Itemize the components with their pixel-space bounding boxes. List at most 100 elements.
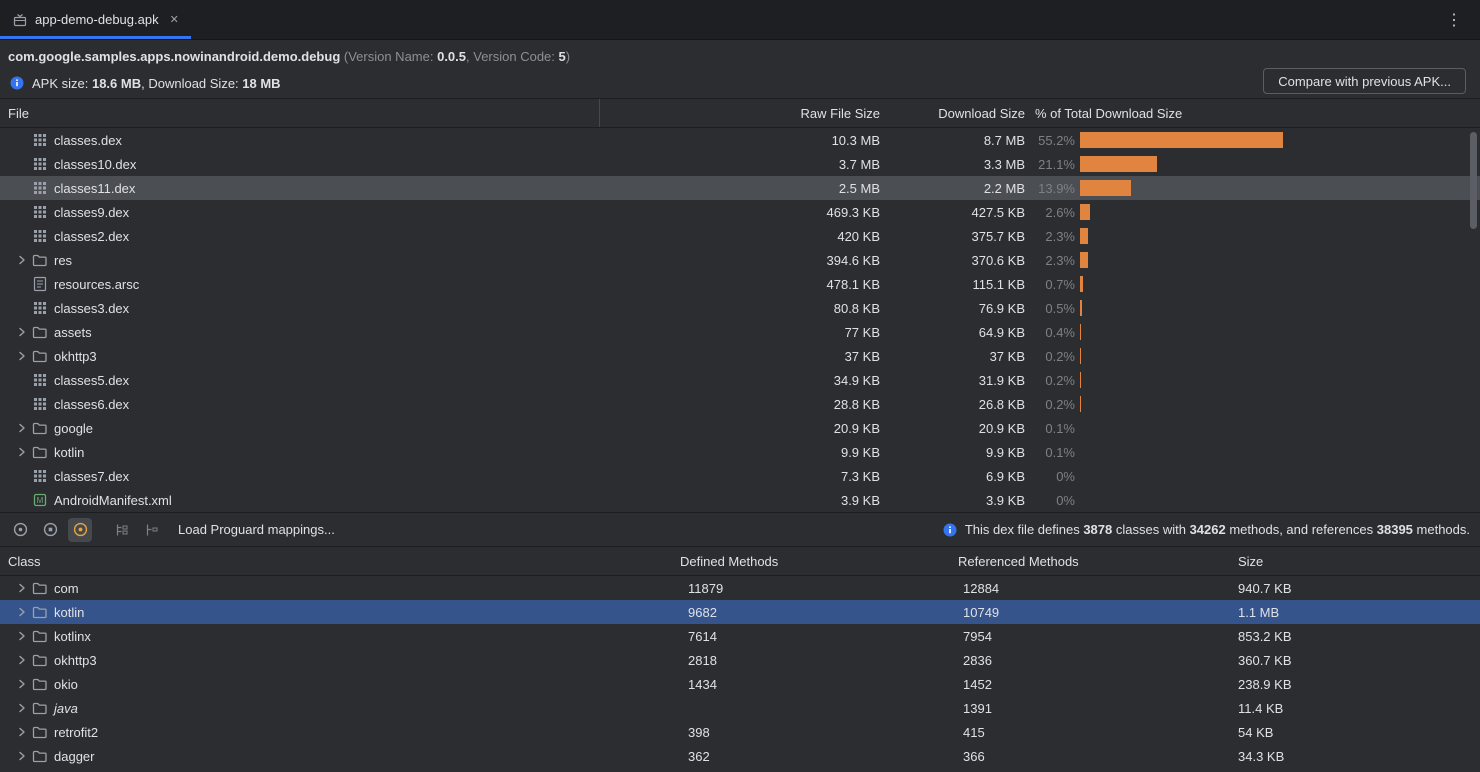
- apk-file-icon: [12, 12, 28, 28]
- folder-icon: [32, 348, 48, 364]
- file-table-row[interactable]: classes.dex 10.3 MB 8.7 MB 55.2%: [0, 128, 1480, 152]
- tab-title: app-demo-debug.apk: [35, 12, 159, 27]
- defined-methods: 9682: [680, 605, 958, 620]
- chevron-right-icon[interactable]: [12, 724, 32, 740]
- file-name: kotlin: [54, 445, 84, 460]
- chevron-right-icon[interactable]: [12, 252, 32, 268]
- chevron-right-icon[interactable]: [12, 348, 32, 364]
- percent-bar: [1080, 156, 1157, 172]
- show-methods-icon[interactable]: [38, 518, 62, 542]
- percent-bar: [1080, 348, 1081, 364]
- more-options-icon[interactable]: ⋮: [1438, 0, 1470, 39]
- class-table-row[interactable]: dagger 362 366 34.3 KB: [0, 744, 1480, 768]
- classes-count: 3878: [1083, 522, 1112, 537]
- close-icon[interactable]: ✕: [170, 13, 179, 26]
- download-percent: 2.6%: [1025, 205, 1075, 220]
- folder-icon: [32, 444, 48, 460]
- download-size: 9.9 KB: [880, 445, 1025, 460]
- chevron-right-icon[interactable]: [12, 324, 32, 340]
- expand-all-icon[interactable]: [110, 518, 134, 542]
- raw-file-size: 10.3 MB: [600, 133, 880, 148]
- file-table-row[interactable]: assets 77 KB 64.9 KB 0.4%: [0, 320, 1480, 344]
- folder-icon: [32, 252, 48, 268]
- download-percent: 2.3%: [1025, 229, 1075, 244]
- dex-file-icon: [32, 156, 48, 172]
- chevron-right-icon[interactable]: [12, 580, 32, 596]
- class-table-row[interactable]: kotlin 9682 10749 1.1 MB: [0, 600, 1480, 624]
- column-defined-methods[interactable]: Defined Methods: [680, 554, 958, 569]
- chevron-right-icon[interactable]: [12, 420, 32, 436]
- chevron-right-icon[interactable]: [12, 444, 32, 460]
- info-icon: [9, 75, 25, 91]
- file-table-row[interactable]: classes10.dex 3.7 MB 3.3 MB 21.1%: [0, 152, 1480, 176]
- file-table-row[interactable]: classes2.dex 420 KB 375.7 KB 2.3%: [0, 224, 1480, 248]
- download-size: 115.1 KB: [880, 277, 1025, 292]
- manifest-file-icon: M: [32, 492, 48, 508]
- chevron-right-icon[interactable]: [12, 676, 32, 692]
- file-table-row[interactable]: google 20.9 KB 20.9 KB 0.1%: [0, 416, 1480, 440]
- column-class[interactable]: Class: [0, 554, 680, 569]
- chevron-right-icon[interactable]: [12, 748, 32, 764]
- dex-file-icon: [32, 396, 48, 412]
- file-table-row[interactable]: classes5.dex 34.9 KB 31.9 KB 0.2%: [0, 368, 1480, 392]
- percent-bar: [1080, 228, 1088, 244]
- file-name: res: [54, 253, 72, 268]
- raw-file-size: 2.5 MB: [600, 181, 880, 196]
- collapse-all-icon[interactable]: [140, 518, 164, 542]
- class-name: dagger: [54, 749, 94, 764]
- raw-file-size: 34.9 KB: [600, 373, 880, 388]
- download-size: 6.9 KB: [880, 469, 1025, 484]
- column-download-size[interactable]: Download Size: [880, 106, 1025, 121]
- column-file[interactable]: File: [0, 99, 600, 127]
- show-references-icon[interactable]: [68, 518, 92, 542]
- raw-file-size: 478.1 KB: [600, 277, 880, 292]
- show-fields-icon[interactable]: [8, 518, 32, 542]
- package-line: com.google.samples.apps.nowinandroid.dem…: [8, 45, 1472, 68]
- class-table-row[interactable]: okhttp3 2818 2836 360.7 KB: [0, 648, 1480, 672]
- download-size: 2.2 MB: [880, 181, 1025, 196]
- chevron-right-icon[interactable]: [12, 628, 32, 644]
- defined-methods: 398: [680, 725, 958, 740]
- download-percent: 2.3%: [1025, 253, 1075, 268]
- download-size: 370.6 KB: [880, 253, 1025, 268]
- column-referenced-methods[interactable]: Referenced Methods: [958, 554, 1238, 569]
- download-size: 427.5 KB: [880, 205, 1025, 220]
- info-icon: [942, 522, 958, 538]
- class-table-row[interactable]: com 11879 12884 940.7 KB: [0, 576, 1480, 600]
- chevron-right-icon[interactable]: [12, 700, 32, 716]
- file-table-row[interactable]: classes7.dex 7.3 KB 6.9 KB 0%: [0, 464, 1480, 488]
- defined-methods: 11879: [680, 581, 958, 596]
- file-table-row[interactable]: kotlin 9.9 KB 9.9 KB 0.1%: [0, 440, 1480, 464]
- file-name: classes6.dex: [54, 397, 129, 412]
- dex-summary: This dex file defines 3878 classes with …: [942, 522, 1470, 538]
- column-raw-file-size[interactable]: Raw File Size: [600, 106, 880, 121]
- class-name: com: [54, 581, 79, 596]
- file-table-row[interactable]: okhttp3 37 KB 37 KB 0.2%: [0, 344, 1480, 368]
- file-table-row[interactable]: resources.arsc 478.1 KB 115.1 KB 0.7%: [0, 272, 1480, 296]
- folder-icon: [32, 604, 48, 620]
- class-name: java: [54, 701, 78, 716]
- download-percent: 0.5%: [1025, 301, 1075, 316]
- chevron-right-icon[interactable]: [12, 652, 32, 668]
- file-table-row[interactable]: classes11.dex 2.5 MB 2.2 MB 13.9%: [0, 176, 1480, 200]
- column-percent-of-total[interactable]: % of Total Download Size: [1025, 106, 1480, 121]
- class-table-row[interactable]: kotlinx 7614 7954 853.2 KB: [0, 624, 1480, 648]
- column-size[interactable]: Size: [1238, 554, 1480, 569]
- file-table-row[interactable]: classes9.dex 469.3 KB 427.5 KB 2.6%: [0, 200, 1480, 224]
- chevron-right-icon[interactable]: [12, 604, 32, 620]
- file-table-row[interactable]: res 394.6 KB 370.6 KB 2.3%: [0, 248, 1480, 272]
- file-table-row[interactable]: classes6.dex 28.8 KB 26.8 KB 0.2%: [0, 392, 1480, 416]
- download-size: 76.9 KB: [880, 301, 1025, 316]
- tab-apk[interactable]: app-demo-debug.apk ✕: [0, 0, 191, 39]
- class-table-row[interactable]: retrofit2 398 415 54 KB: [0, 720, 1480, 744]
- file-table-row[interactable]: classes3.dex 80.8 KB 76.9 KB 0.5%: [0, 296, 1480, 320]
- file-table-row[interactable]: M AndroidManifest.xml 3.9 KB 3.9 KB 0%: [0, 488, 1480, 512]
- class-table-row[interactable]: java 1391 11.4 KB: [0, 696, 1480, 720]
- download-size-value: 18 MB: [242, 76, 280, 91]
- percent-bar: [1080, 180, 1131, 196]
- class-table-row[interactable]: okio 1434 1452 238.9 KB: [0, 672, 1480, 696]
- vertical-scrollbar[interactable]: [1470, 132, 1477, 229]
- referenced-methods-count: 38395: [1377, 522, 1413, 537]
- load-proguard-mappings-link[interactable]: Load Proguard mappings...: [178, 522, 335, 537]
- compare-apk-button[interactable]: Compare with previous APK...: [1263, 68, 1466, 94]
